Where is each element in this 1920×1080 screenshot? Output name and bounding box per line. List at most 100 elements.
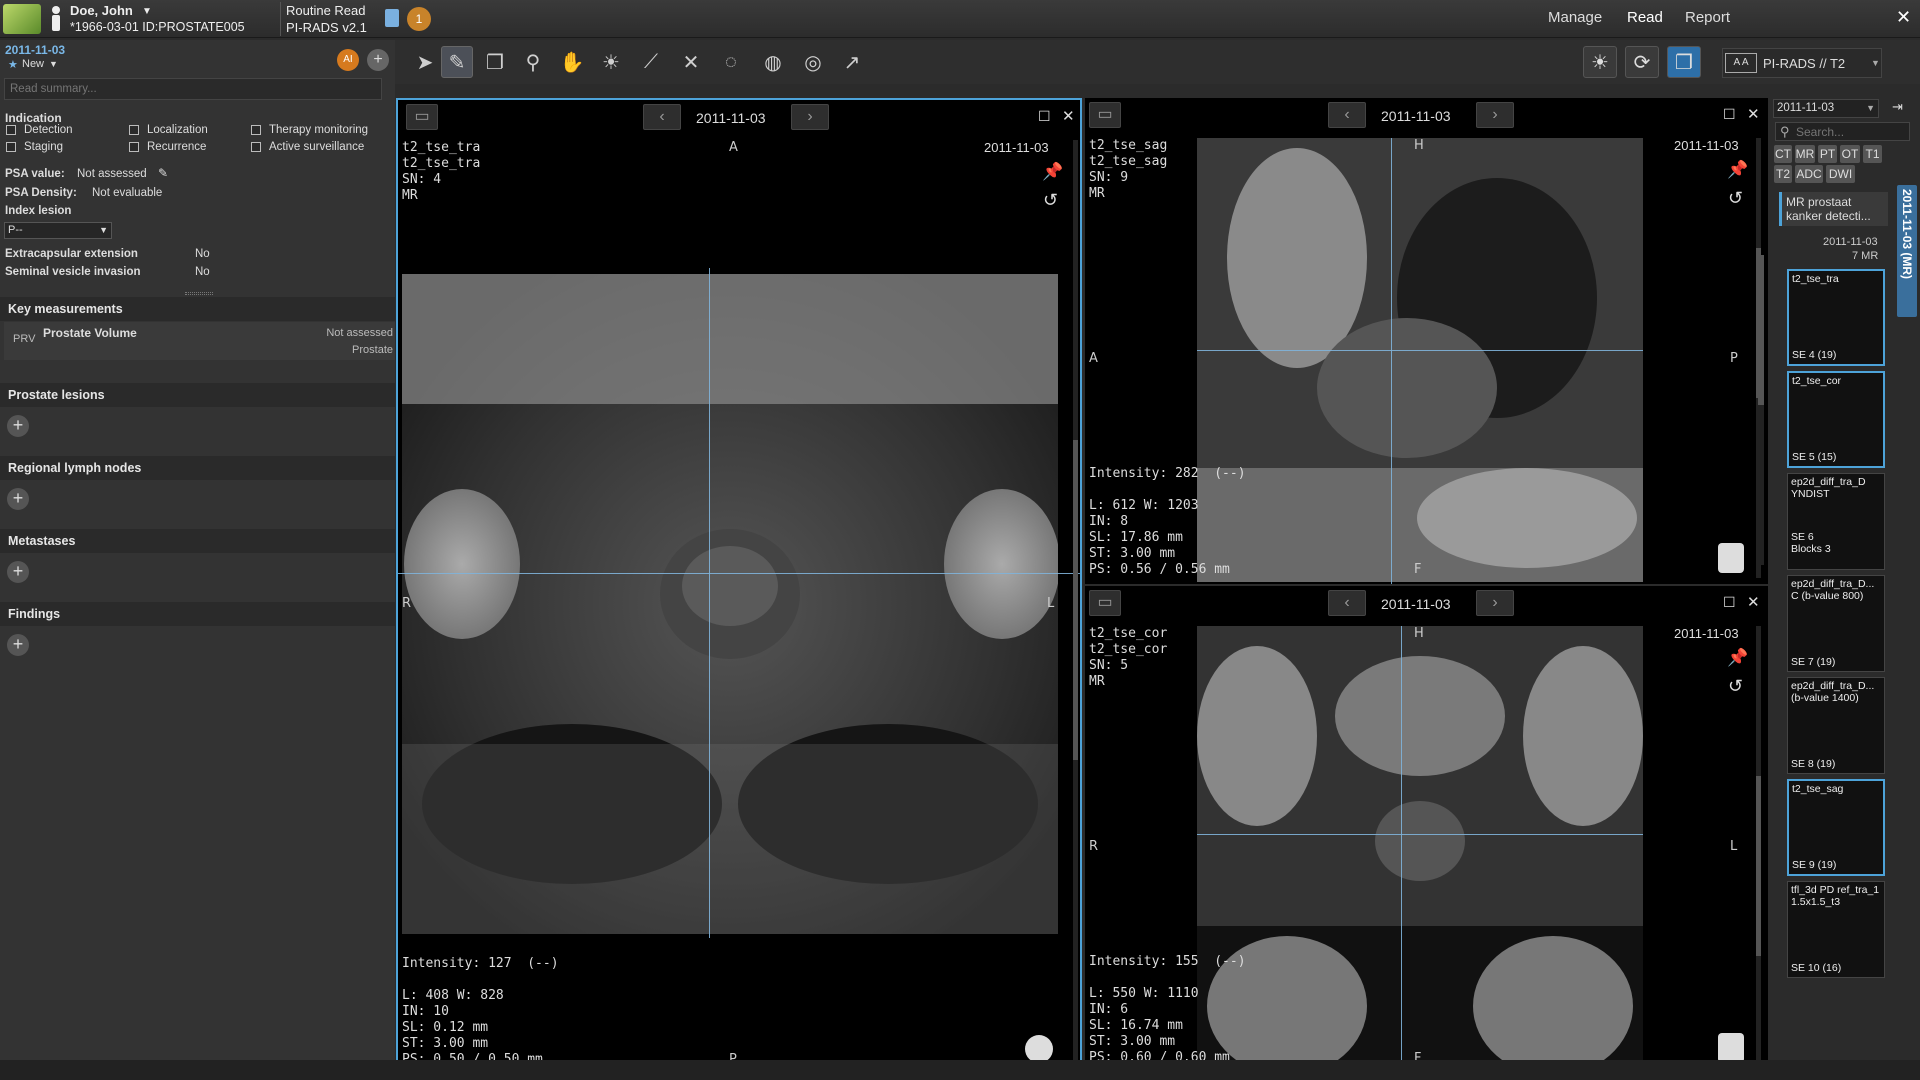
crosshair-horizontal[interactable] (1197, 350, 1643, 351)
zoom-icon[interactable]: ⚲ (517, 46, 549, 78)
next-date-button[interactable]: › (1476, 102, 1514, 128)
series-thumb-8[interactable]: ep2d_diff_tra_D... (b-value 1400) SE 8 (… (1787, 677, 1885, 774)
sync-icon[interactable]: ⟳ (1625, 46, 1659, 78)
status-label[interactable]: New (22, 58, 44, 70)
series-thumb-5[interactable]: t2_tse_cor SE 5 (15) (1787, 371, 1885, 468)
crosshair-vertical[interactable] (709, 268, 710, 938)
modality-t1[interactable]: T1 (1863, 145, 1882, 163)
modality-pt[interactable]: PT (1818, 145, 1837, 163)
crosshair-horizontal[interactable] (1197, 834, 1643, 835)
ruler-icon[interactable]: ⟋ (635, 46, 667, 78)
chevron-down-icon[interactable]: ▼ (49, 59, 58, 69)
layers-icon[interactable]: ❐ (1667, 46, 1701, 78)
crosshair-vertical[interactable] (1401, 626, 1402, 1072)
nav-read[interactable]: Read (1627, 9, 1663, 26)
angle-icon[interactable]: ✕ (675, 46, 707, 78)
prev-date-button[interactable]: ‹ (1328, 590, 1366, 616)
date-select[interactable]: 2011-11-03 ▼ (1773, 99, 1879, 118)
add-prostate-lesion-button[interactable]: + (7, 415, 29, 437)
patient-name[interactable]: Doe, John (70, 3, 133, 18)
series-search-input[interactable] (1796, 124, 1906, 139)
close-viewport-icon[interactable]: ✕ (1747, 105, 1760, 123)
modality-mr[interactable]: MR (1795, 145, 1815, 163)
read-summary-input[interactable] (4, 78, 382, 100)
crosshair-vertical[interactable] (1391, 138, 1392, 584)
collapse-panel-icon[interactable]: ⇥ (1892, 99, 1903, 115)
orientation-head-icon[interactable] (1025, 1035, 1053, 1063)
modality-ot[interactable]: OT (1840, 145, 1860, 163)
copy-icon[interactable]: ❐ (479, 46, 511, 78)
series-thumb-6[interactable]: ep2d_diff_tra_D YNDIST SE 6 Blocks 3 (1787, 473, 1885, 570)
psa-value[interactable]: Not assessed (77, 168, 147, 180)
modality-dwi[interactable]: DWI (1826, 165, 1855, 183)
resize-handle[interactable] (185, 292, 213, 295)
ai-button[interactable]: AI (337, 49, 359, 71)
pin-icon[interactable]: 📌 (1727, 160, 1748, 180)
svi-value[interactable]: No (195, 266, 210, 278)
checkbox-detection[interactable] (6, 125, 16, 135)
pan-hand-icon[interactable]: ✋ (556, 46, 588, 78)
checkbox-staging[interactable] (6, 142, 16, 152)
pencil-icon[interactable]: ✎ (158, 166, 168, 180)
next-date-button[interactable]: › (791, 104, 829, 130)
pin-icon[interactable]: 📌 (1727, 648, 1748, 668)
3d-segment-icon[interactable]: ◍ (757, 46, 789, 78)
series-thumb-7[interactable]: ep2d_diff_tra_D... C (b-value 800) SE 7 … (1787, 575, 1885, 672)
series-thumb-9[interactable]: t2_tse_sag SE 9 (19) (1787, 779, 1885, 876)
modality-t2[interactable]: T2 (1774, 165, 1792, 183)
scrollbar-thumb[interactable] (1073, 440, 1078, 760)
add-icon[interactable]: + (367, 49, 389, 71)
orientation-head-icon[interactable] (1718, 1033, 1744, 1063)
series-scrollbar[interactable] (1758, 255, 1764, 565)
study-tab[interactable]: 2011-11-03 (MR) (1897, 185, 1917, 317)
ece-value[interactable]: No (195, 248, 210, 260)
crosshair-horizontal[interactable] (398, 573, 1080, 574)
scrollbar-thumb[interactable] (1756, 776, 1761, 956)
checkbox-active-surveillance[interactable] (251, 142, 261, 152)
mr-image-axial[interactable] (402, 274, 1060, 934)
3d-region-icon[interactable]: ◎ (797, 46, 829, 78)
close-viewport-icon[interactable]: ✕ (1062, 107, 1075, 125)
add-finding-button[interactable]: + (7, 634, 29, 656)
document-icon[interactable] (385, 9, 399, 27)
reset-icon[interactable]: ↺ (1728, 188, 1743, 209)
checkbox-therapy-monitoring[interactable] (251, 125, 261, 135)
viewport-sagittal[interactable]: ▭ ‹ 2011-11-03 › ☐ ✕ t2_tse_sag t2_tse_s… (1085, 98, 1768, 584)
study-card[interactable]: MR prostaat kanker detecti... (1779, 192, 1888, 226)
scrollbar[interactable] (1073, 140, 1078, 1066)
folder-icon[interactable]: ▭ (406, 104, 438, 130)
scrollbar[interactable] (1756, 626, 1761, 1066)
series-thumb-10[interactable]: tfl_3d PD ref_tra_1 1.5x1.5_t3 SE 10 (16… (1787, 881, 1885, 978)
prev-date-button[interactable]: ‹ (643, 104, 681, 130)
nav-manage[interactable]: Manage (1548, 9, 1602, 26)
orientation-head-icon[interactable] (1718, 543, 1744, 573)
folder-icon[interactable]: ▭ (1089, 102, 1121, 128)
brightness-icon[interactable]: ☀ (1583, 46, 1617, 78)
nav-report[interactable]: Report (1685, 9, 1730, 26)
checkbox-localization[interactable] (129, 125, 139, 135)
prostate-volume-row[interactable]: PRV Prostate Volume Not assessed Prostat… (4, 322, 395, 360)
notification-badge[interactable]: 1 (407, 7, 431, 31)
scrollbar-thumb[interactable] (1758, 255, 1764, 405)
reset-icon[interactable]: ↺ (1043, 190, 1058, 211)
index-lesion-select[interactable]: P-- ▼ (4, 222, 112, 239)
arrow-annotation-icon[interactable]: ↗ (836, 46, 868, 78)
checkbox-recurrence[interactable] (129, 142, 139, 152)
app-logo[interactable] (3, 4, 41, 34)
maximize-icon[interactable]: ☐ (1038, 108, 1051, 125)
roi-ellipse-icon[interactable]: ◌ (715, 46, 747, 78)
close-viewport-icon[interactable]: ✕ (1747, 593, 1760, 611)
reset-icon[interactable]: ↺ (1728, 676, 1743, 697)
modality-adc[interactable]: ADC (1795, 165, 1823, 183)
series-search-field[interactable]: ⚲ (1775, 122, 1910, 141)
close-icon[interactable]: ✕ (1896, 7, 1911, 28)
prev-date-button[interactable]: ‹ (1328, 102, 1366, 128)
pin-icon[interactable]: 📌 (1042, 162, 1063, 182)
add-metastasis-button[interactable]: + (7, 561, 29, 583)
modality-ct[interactable]: CT (1774, 145, 1792, 163)
pencil-annotate-icon[interactable]: ✎ (441, 46, 473, 78)
mr-image-coronal[interactable] (1197, 626, 1643, 1073)
hanging-protocol-select[interactable]: A A PI-RADS // T2 ▼ (1722, 48, 1882, 78)
mr-image-sagittal[interactable] (1197, 138, 1643, 582)
pointer-icon[interactable]: ➤ (409, 46, 441, 78)
